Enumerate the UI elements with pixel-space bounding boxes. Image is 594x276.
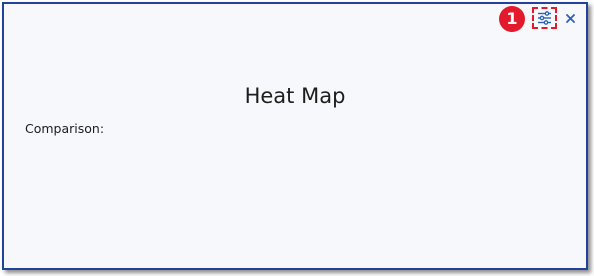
panel-title: Heat Map [244,84,346,108]
step-number-badge: 1 [499,6,525,32]
settings-button[interactable] [532,7,557,29]
close-icon [565,13,575,23]
close-button[interactable] [562,9,578,27]
heat-map-panel [2,2,588,270]
comparison-label: Comparison: [25,121,105,136]
sliders-icon [538,11,551,25]
